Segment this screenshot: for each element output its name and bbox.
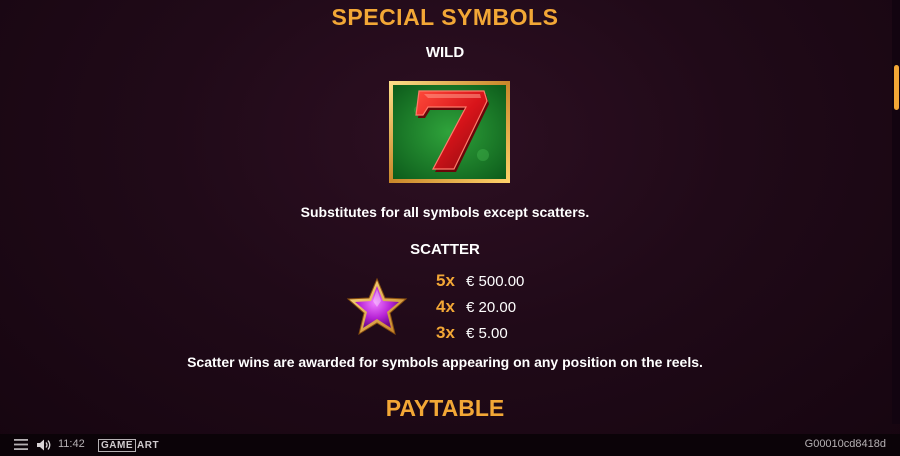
payout-amount: € 20.00 bbox=[466, 298, 517, 316]
bottom-bar: 11:42 GAME ART G00010cd8418d bbox=[0, 434, 900, 456]
payout-multiplier: 5x bbox=[436, 271, 455, 290]
gameart-logo: GAME ART bbox=[98, 439, 160, 452]
paytable-title: PAYTABLE bbox=[385, 395, 505, 421]
menu-icon[interactable] bbox=[14, 439, 28, 450]
scrollbar[interactable] bbox=[892, 0, 900, 424]
payout-amount: € 5.00 bbox=[466, 324, 508, 342]
scrollbar-thumb[interactable] bbox=[894, 65, 899, 110]
payout-amount: € 500.00 bbox=[466, 272, 525, 290]
logo-part-art: ART bbox=[137, 440, 160, 451]
special-symbols-title: SPECIAL SYMBOLS bbox=[331, 4, 559, 30]
scatter-description: Scatter wins are awarded for symbols app… bbox=[187, 354, 703, 370]
wild-seven-icon bbox=[389, 81, 510, 183]
game-id: G00010cd8418d bbox=[804, 438, 886, 450]
clock: 11:42 bbox=[58, 438, 85, 450]
wild-title: WILD bbox=[425, 44, 465, 61]
scatter-star-icon bbox=[346, 277, 408, 336]
wild-description: Substitutes for all symbols except scatt… bbox=[300, 204, 590, 220]
payout-row: 4x € 20.00 bbox=[436, 294, 576, 320]
speaker-icon[interactable] bbox=[36, 438, 52, 452]
scatter-payouts: 5x € 500.00 4x € 20.00 3x € 5.00 bbox=[436, 268, 576, 346]
payout-row: 5x € 500.00 bbox=[436, 268, 576, 294]
logo-part-game: GAME bbox=[98, 439, 136, 452]
payout-multiplier: 3x bbox=[436, 323, 455, 342]
paytable-page: SPECIAL SYMBOLS WILD Substitutes for all… bbox=[0, 0, 900, 456]
payout-multiplier: 4x bbox=[436, 297, 455, 316]
payout-row: 3x € 5.00 bbox=[436, 320, 576, 346]
scatter-title: SCATTER bbox=[410, 241, 480, 258]
